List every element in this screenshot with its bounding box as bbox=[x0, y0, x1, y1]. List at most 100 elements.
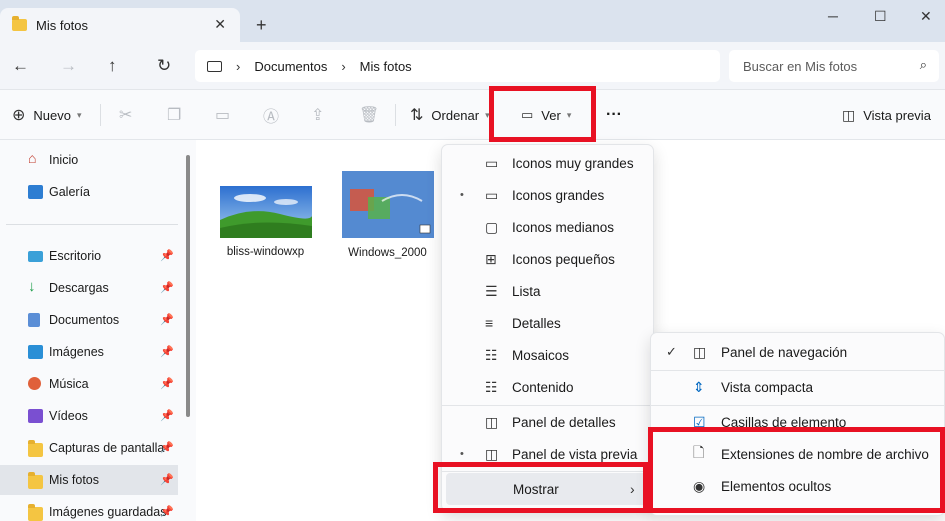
videos-icon bbox=[28, 409, 43, 423]
navigation-bar: ← → ↑ ↻ › Documentos › Mis fotos Buscar … bbox=[0, 42, 945, 90]
sidebar-item-label: Inicio bbox=[49, 153, 79, 167]
sidebar-item-videos[interactable]: Vídeos 📌 bbox=[0, 401, 178, 431]
medium-icons-icon: ▢ bbox=[485, 218, 499, 235]
pictures-icon bbox=[28, 345, 43, 359]
paste-button[interactable]: ▭ bbox=[215, 90, 238, 140]
command-bar: ⊕ Nuevo ▾ ✂ ❐ ▭ Ⓐ ⇪ 🗑 ⇅ Ordenar ▾ ▭ Ver … bbox=[0, 90, 945, 140]
pin-icon[interactable]: 📌 bbox=[160, 313, 174, 326]
music-icon bbox=[28, 377, 41, 390]
up-arrow-icon[interactable]: ↑ bbox=[108, 56, 117, 76]
new-button[interactable]: ⊕ Nuevo ▾ bbox=[12, 90, 82, 140]
sidebar-item-label: Imágenes guardadas bbox=[49, 505, 167, 519]
sidebar-item-label: Vídeos bbox=[49, 409, 88, 423]
pin-icon[interactable]: 📌 bbox=[160, 345, 174, 358]
sidebar-scrollbar[interactable] bbox=[186, 155, 190, 417]
menu-item-iconos-grandes[interactable]: • ▭ Iconos grandes bbox=[442, 179, 653, 211]
address-bar[interactable]: › Documentos › Mis fotos bbox=[195, 50, 720, 82]
preview-pane-icon: ◫ bbox=[485, 445, 499, 462]
sidebar-item-label: Imágenes bbox=[49, 345, 104, 359]
navigation-pane: ⌂ Inicio Galería Escritorio 📌 ↓ Descarga… bbox=[0, 140, 196, 521]
file-item[interactable]: bliss-windowxp bbox=[218, 186, 313, 258]
title-bar: Mis fotos ✕ + ─ ☐ ✕ bbox=[0, 0, 945, 42]
menu-item-detalles[interactable]: ≡ Detalles bbox=[442, 307, 653, 339]
sidebar-item-escritorio[interactable]: Escritorio 📌 bbox=[0, 241, 178, 271]
close-tab-icon[interactable]: ✕ bbox=[214, 16, 226, 33]
content-icon: ☷ bbox=[485, 378, 498, 395]
details-icon: ≡ bbox=[485, 315, 494, 331]
menu-item-iconos-pequenos[interactable]: ⊞ Iconos pequeños bbox=[442, 243, 653, 275]
breadcrumb-mis-fotos[interactable]: Mis fotos bbox=[360, 59, 412, 74]
sidebar-item-galeria[interactable]: Galería bbox=[0, 177, 178, 207]
delete-button[interactable]: 🗑 bbox=[359, 90, 387, 140]
file-item[interactable]: Windows_2000 bbox=[340, 171, 435, 259]
navigation-pane-icon: ◫ bbox=[693, 343, 707, 360]
image-thumbnail bbox=[219, 186, 312, 238]
sidebar-item-imagenes[interactable]: Imágenes 📌 bbox=[0, 337, 178, 367]
menu-item-mosaicos[interactable]: ☷ Mosaicos bbox=[442, 339, 653, 371]
divider bbox=[6, 224, 178, 225]
sidebar-item-label: Escritorio bbox=[49, 249, 102, 263]
more-options-button[interactable]: ··· bbox=[606, 90, 622, 140]
sidebar-item-capturas[interactable]: Capturas de pantalla 📌 bbox=[0, 433, 178, 463]
menu-item-iconos-medianos[interactable]: ▢ Iconos medianos bbox=[442, 211, 653, 243]
sidebar-item-musica[interactable]: Música 📌 bbox=[0, 369, 178, 399]
selected-bullet-icon: • bbox=[460, 189, 464, 201]
rename-button[interactable]: Ⓐ bbox=[263, 90, 287, 140]
breadcrumb-documentos[interactable]: Documentos bbox=[254, 59, 327, 74]
back-arrow-icon[interactable]: ← bbox=[12, 56, 29, 76]
folder-icon bbox=[28, 504, 43, 521]
sidebar-item-label: Galería bbox=[49, 185, 90, 199]
pin-icon[interactable]: 📌 bbox=[160, 441, 174, 454]
search-input[interactable]: Buscar en Mis fotos ⌕ bbox=[729, 50, 939, 82]
gallery-icon bbox=[28, 185, 43, 199]
sidebar-item-inicio[interactable]: ⌂ Inicio bbox=[0, 145, 178, 175]
share-button[interactable]: ⇪ bbox=[311, 90, 332, 140]
sort-button[interactable]: ⇅ Ordenar ▾ bbox=[410, 90, 490, 140]
pin-icon[interactable]: 📌 bbox=[160, 409, 174, 422]
preview-label: Vista previa bbox=[863, 107, 931, 123]
preview-pane-button[interactable]: ◫ Vista previa bbox=[842, 90, 931, 140]
pin-icon[interactable]: 📌 bbox=[160, 249, 174, 262]
image-thumbnail bbox=[341, 171, 434, 238]
file-name: Windows_2000 bbox=[348, 247, 427, 259]
sidebar-item-descargas[interactable]: ↓ Descargas 📌 bbox=[0, 273, 178, 303]
pin-icon[interactable]: 📌 bbox=[160, 473, 174, 486]
documents-icon bbox=[28, 313, 40, 327]
copy-icon: ❐ bbox=[167, 107, 182, 124]
plus-circle-icon: ⊕ bbox=[12, 107, 26, 124]
menu-item-iconos-muy-grandes[interactable]: ▭ Iconos muy grandes bbox=[442, 147, 653, 179]
menu-item-label: Iconos medianos bbox=[512, 219, 615, 235]
close-window-button[interactable]: ✕ bbox=[920, 8, 932, 25]
highlight-box bbox=[648, 427, 945, 513]
menu-item-lista[interactable]: ☰ Lista bbox=[442, 275, 653, 307]
scissors-icon: ✂ bbox=[119, 107, 133, 124]
pin-icon[interactable]: 📌 bbox=[160, 377, 174, 390]
maximize-button[interactable]: ☐ bbox=[874, 8, 887, 25]
tab-mis-fotos[interactable]: Mis fotos ✕ bbox=[0, 8, 240, 42]
menu-item-vista-compacta[interactable]: ⇕ Vista compacta bbox=[651, 371, 944, 403]
preview-pane-icon: ◫ bbox=[842, 106, 856, 123]
menu-item-label: Mosaicos bbox=[512, 347, 570, 363]
pin-icon[interactable]: 📌 bbox=[160, 505, 174, 518]
menu-item-contenido[interactable]: ☷ Contenido bbox=[442, 371, 653, 403]
pin-icon[interactable]: 📌 bbox=[160, 281, 174, 294]
sidebar-item-mis-fotos[interactable]: Mis fotos 📌 bbox=[0, 465, 178, 495]
sidebar-item-documentos[interactable]: Documentos 📌 bbox=[0, 305, 178, 335]
copy-button[interactable]: ❐ bbox=[167, 90, 189, 140]
chevron-down-icon: ▾ bbox=[76, 109, 82, 120]
divider bbox=[395, 104, 396, 126]
minimize-button[interactable]: ─ bbox=[828, 8, 838, 24]
cut-button[interactable]: ✂ bbox=[119, 90, 140, 140]
forward-arrow-icon[interactable]: → bbox=[60, 56, 77, 76]
new-tab-button[interactable]: + bbox=[256, 15, 267, 36]
refresh-icon[interactable]: ↻ bbox=[157, 56, 171, 76]
folder-icon bbox=[28, 472, 43, 489]
sidebar-item-imagenes-guardadas[interactable]: Imágenes guardadas 📌 bbox=[0, 497, 178, 521]
menu-item-panel-de-detalles[interactable]: ◫ Panel de detalles bbox=[442, 406, 653, 438]
menu-item-label: Iconos muy grandes bbox=[512, 155, 634, 171]
breadcrumb-separator: › bbox=[236, 58, 241, 74]
clipboard-icon: ▭ bbox=[215, 107, 231, 124]
details-pane-icon: ◫ bbox=[485, 413, 499, 430]
menu-item-panel-de-navegacion[interactable]: ✓ ◫ Panel de navegación bbox=[651, 336, 944, 368]
file-name: bliss-windowxp bbox=[226, 246, 305, 258]
